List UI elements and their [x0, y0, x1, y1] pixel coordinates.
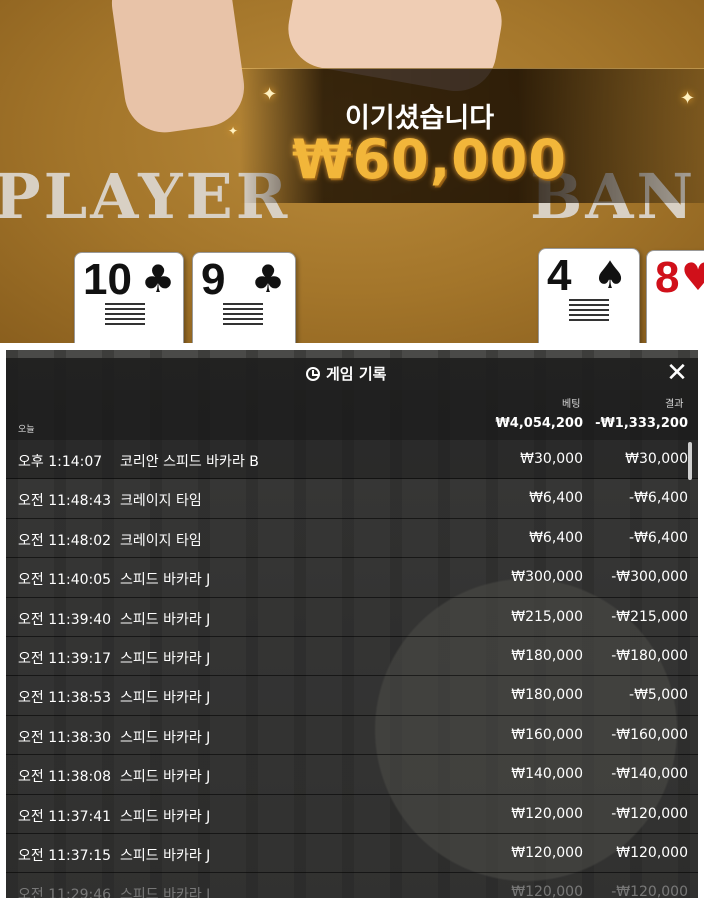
row-game: 스피드 바카라 J: [120, 611, 211, 628]
row-game: 스피드 바카라 J: [120, 808, 211, 825]
player-card-2: 9 ♣: [192, 252, 296, 343]
row-bet: ₩140,000: [511, 766, 583, 783]
total-result: -₩1,333,200: [595, 416, 688, 431]
card-barcode: [569, 299, 609, 321]
row-bet: ₩215,000: [511, 608, 583, 625]
history-row[interactable]: 오전 11:38:30 스피드 바카라 J ₩160,000 -₩160,000: [6, 715, 698, 756]
row-bet: ₩6,400: [529, 490, 583, 507]
today-label: 오늘: [18, 425, 35, 435]
banker-card-1: 4 ♠: [538, 248, 640, 343]
spade-icon: ♠: [593, 253, 628, 297]
row-time: 오후 1:14:07: [18, 454, 103, 470]
sparkle-icon: ✦: [228, 124, 239, 138]
history-list: 오후 1:14:07 코리안 스피드 바카라 B ₩30,000 ₩30,000 오전…: [6, 440, 698, 898]
bet-column-header: 베팅: [562, 399, 581, 410]
row-result: ₩120,000: [616, 844, 688, 861]
row-game: 스피드 바카라 J: [120, 690, 211, 707]
club-icon: ♣: [141, 257, 176, 301]
row-result: -₩215,000: [611, 608, 688, 625]
row-time: 오전 11:39:17: [18, 650, 112, 667]
row-result: -₩120,000: [611, 805, 688, 822]
game-history-panel: 게임 기록 ✕ 베팅 결과 오늘 ₩4,054,200 -₩1,333,200 …: [6, 350, 698, 898]
row-game: 스피드 바카라 J: [120, 769, 211, 786]
live-video: PLAYER BAN ✦ ✦ ✦ 이기셨습니다 ₩60,000 10 ♣ 9 ♣…: [0, 0, 704, 343]
sparkle-icon: ✦: [262, 84, 278, 105]
row-result: -₩6,400: [629, 490, 688, 507]
total-bet: ₩4,054,200: [495, 416, 583, 431]
row-game: 크레이지 타임: [120, 493, 202, 510]
row-time: 오전 11:38:53: [18, 690, 112, 707]
close-button[interactable]: ✕: [664, 360, 690, 386]
history-row[interactable]: 오전 11:48:43 크레이지 타임 ₩6,400 -₩6,400: [6, 479, 698, 519]
history-row[interactable]: 오후 1:14:07 코리안 스피드 바카라 B ₩30,000 ₩30,000: [6, 440, 698, 480]
card-barcode: [105, 303, 145, 325]
row-time: 오전 11:48:43: [18, 493, 112, 510]
row-bet: ₩180,000: [511, 687, 583, 704]
history-row[interactable]: 오전 11:40:05 스피드 바카라 J ₩300,000 -₩300,000: [6, 558, 698, 598]
history-row[interactable]: 오전 11:48:02 크레이지 타임 ₩6,400 -₩6,400: [6, 518, 698, 559]
row-bet: ₩120,000: [511, 884, 583, 898]
row-result: -₩300,000: [611, 569, 688, 586]
row-game: 코리안 스피드 바카라 B: [120, 454, 259, 470]
row-time: 오전 11:37:41: [18, 808, 112, 825]
card-barcode: [223, 303, 263, 325]
row-bet: ₩180,000: [511, 647, 583, 664]
row-bet: ₩120,000: [511, 844, 583, 861]
heart-icon: ♥: [681, 255, 704, 299]
row-game: 스피드 바카라 J: [120, 650, 211, 667]
card-rank: 8: [655, 253, 680, 302]
row-result: -₩6,400: [629, 529, 688, 546]
scrollbar[interactable]: [688, 442, 692, 480]
history-row[interactable]: 오전 11:38:53 스피드 바카라 J ₩180,000 -₩5,000: [6, 676, 698, 716]
row-game: 스피드 바카라 J: [120, 572, 211, 589]
banker-card-2: 8 ♥: [646, 250, 704, 343]
card-rank: 9: [201, 255, 226, 304]
history-icon: [306, 366, 320, 381]
history-row[interactable]: 오전 11:38:08 스피드 바카라 J ₩140,000 -₩140,000: [6, 755, 698, 795]
row-result: -₩120,000: [611, 884, 688, 898]
close-icon: ✕: [666, 358, 688, 388]
row-result: -₩160,000: [611, 726, 688, 743]
row-bet: ₩300,000: [511, 569, 583, 586]
sparkle-icon: ✦: [680, 88, 696, 109]
row-bet: ₩30,000: [520, 451, 583, 467]
row-time: 오전 11:39:40: [18, 611, 112, 628]
row-bet: ₩160,000: [511, 726, 583, 743]
row-game: 스피드 바카라 J: [120, 847, 211, 864]
row-game: 스피드 바카라 J: [120, 887, 211, 898]
row-time: 오전 11:38:08: [18, 769, 112, 786]
row-time: 오전 11:37:15: [18, 847, 112, 864]
history-row[interactable]: 오전 11:39:17 스피드 바카라 J ₩180,000 -₩180,000: [6, 636, 698, 677]
panel-title: 게임 기록: [306, 363, 386, 384]
row-result: -₩5,000: [629, 687, 688, 704]
history-row[interactable]: 오전 11:37:15 스피드 바카라 J ₩120,000 ₩120,000: [6, 833, 698, 874]
win-amount: ₩60,000: [292, 128, 567, 191]
row-result: ₩30,000: [625, 451, 688, 467]
summary-row: [6, 390, 698, 440]
history-row[interactable]: 오전 11:29:46 스피드 바카라 J ₩120,000 -₩120,000: [6, 873, 698, 898]
row-time: 오전 11:38:30: [18, 729, 112, 746]
player-card-1: 10 ♣: [74, 252, 184, 343]
card-rank: 4: [547, 251, 572, 300]
panel-title-text: 게임 기록: [326, 365, 387, 383]
row-game: 스피드 바카라 J: [120, 729, 211, 746]
card-rank: 10: [83, 255, 132, 304]
row-bet: ₩120,000: [511, 805, 583, 822]
history-row[interactable]: 오전 11:37:41 스피드 바카라 J ₩120,000 -₩120,000: [6, 794, 698, 834]
row-bet: ₩6,400: [529, 529, 583, 546]
row-result: -₩180,000: [611, 647, 688, 664]
dealer-hand-left: [106, 0, 250, 138]
row-game: 크레이지 타임: [120, 532, 202, 549]
row-time: 오전 11:29:46: [18, 887, 112, 898]
history-row[interactable]: 오전 11:39:40 스피드 바카라 J ₩215,000 -₩215,000: [6, 597, 698, 637]
row-result: -₩140,000: [611, 766, 688, 783]
club-icon: ♣: [251, 257, 286, 301]
row-time: 오전 11:40:05: [18, 572, 112, 589]
result-column-header: 결과: [665, 399, 684, 410]
row-time: 오전 11:48:02: [18, 532, 112, 549]
